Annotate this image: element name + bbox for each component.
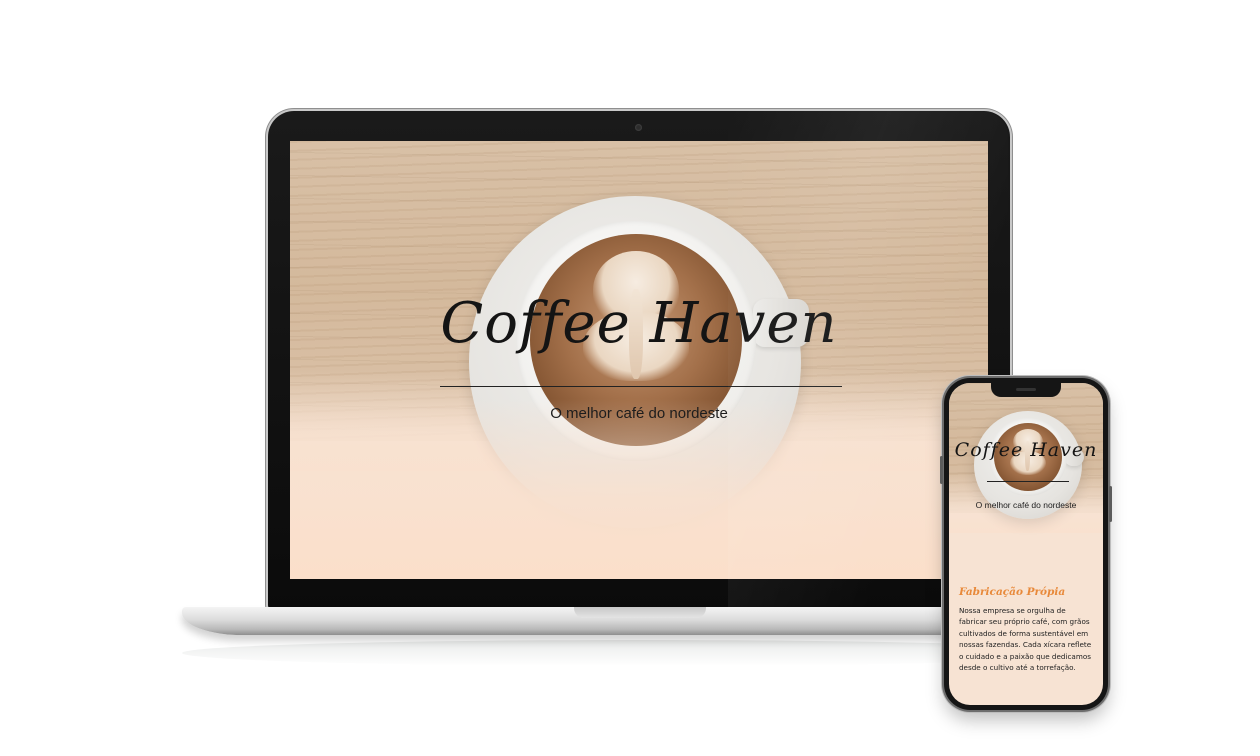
- phone-notch: [991, 383, 1061, 397]
- phone-device: Coffee Haven O melhor café do nordeste F…: [940, 378, 1112, 710]
- divider: [987, 481, 1069, 482]
- volume-button: [940, 456, 943, 484]
- tagline: O melhor café do nordeste: [975, 500, 1077, 510]
- speaker-icon: [1016, 388, 1036, 391]
- device-mockup-stage: Coffee Haven O melhor café do nordeste C…: [0, 0, 1260, 756]
- camera-icon: [635, 124, 642, 131]
- section-title: Fabricação Própia: [959, 586, 1066, 598]
- website-hero-desktop: Coffee Haven O melhor café do nordeste: [290, 141, 988, 579]
- phone-screen: Coffee Haven O melhor café do nordeste F…: [949, 383, 1103, 705]
- divider: [440, 386, 842, 387]
- bottom-fade: [290, 399, 988, 579]
- section-body: Nossa empresa se orgulha de fabricar seu…: [959, 606, 1092, 673]
- tagline: O melhor café do nordeste: [550, 405, 728, 422]
- brand-logo-text: Coffee Haven: [440, 291, 838, 356]
- brand-logo-text: Coffee Haven: [954, 439, 1098, 461]
- laptop-trackpad-notch: [574, 607, 706, 618]
- website-hero-mobile: Coffee Haven O melhor café do nordeste F…: [949, 383, 1103, 705]
- laptop-lid: Coffee Haven O melhor café do nordeste: [268, 111, 1010, 611]
- laptop-screen: Coffee Haven O melhor café do nordeste: [290, 141, 988, 579]
- power-button: [1109, 486, 1112, 522]
